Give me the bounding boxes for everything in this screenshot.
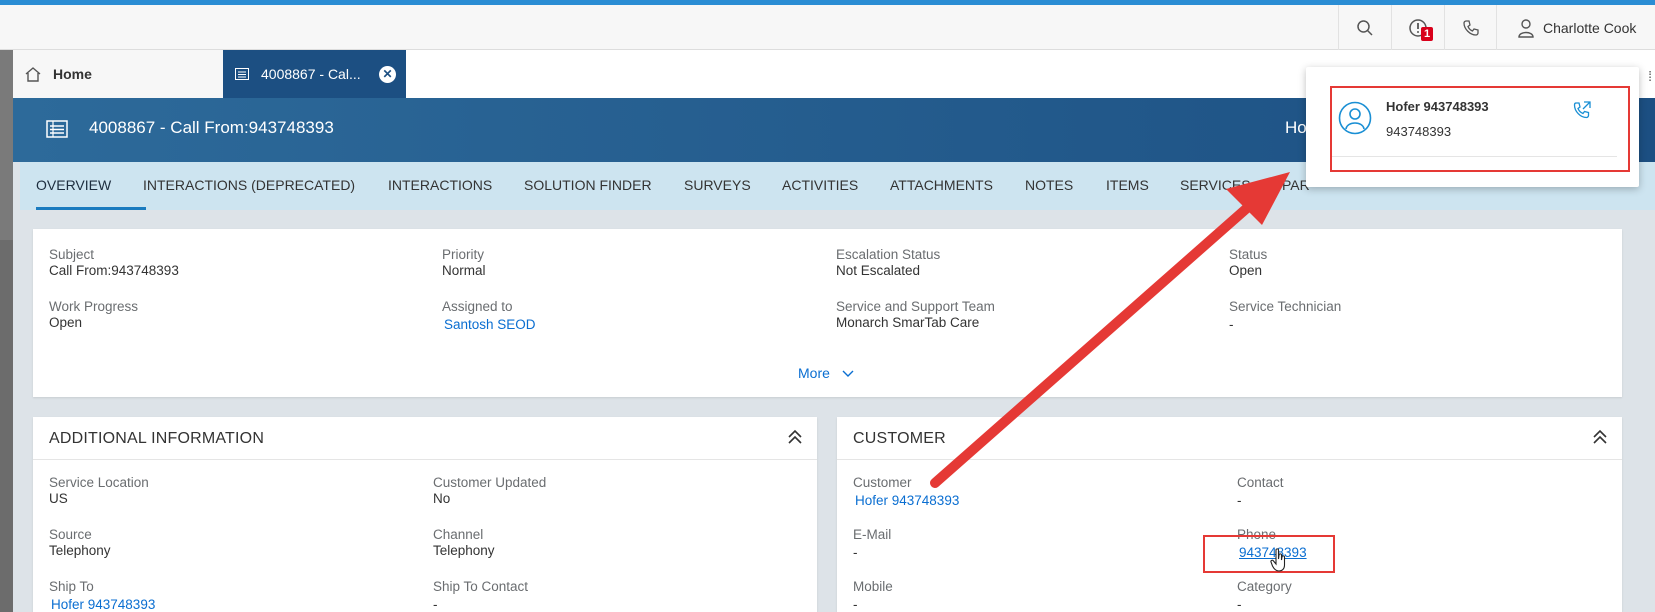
search-button[interactable] [1338, 5, 1391, 50]
additional-info-card: ADDITIONAL INFORMATION Service Location … [33, 417, 817, 612]
ship-to-field: Ship To Hofer 943748393 [49, 579, 156, 612]
tab-attachments[interactable]: ATTACHMENTS [890, 162, 993, 210]
ship-to-contact-field: Ship To Contact - [433, 579, 529, 612]
phone-button[interactable] [1444, 5, 1496, 50]
assigned-to-field: Assigned to Santosh SEOD [442, 299, 536, 333]
notifications-button[interactable]: 1 [1391, 5, 1444, 50]
collapse-icon[interactable] [1592, 429, 1608, 445]
ticket-icon [235, 68, 249, 80]
subject-field: Subject Call From:943748393 [49, 247, 179, 278]
tab-home[interactable]: Home [13, 50, 223, 98]
tab-overview[interactable]: OVERVIEW [36, 162, 146, 210]
status-field: Status Open [1229, 247, 1268, 278]
tab-services[interactable]: SERVICES [1180, 162, 1251, 210]
tab-interactions-deprecated[interactable]: INTERACTIONS (DEPRECATED) [143, 162, 355, 210]
service-technician-field: Service Technician - [1229, 299, 1342, 332]
priority-field: Priority Normal [442, 247, 486, 278]
user-name: Charlotte Cook [1543, 19, 1637, 36]
collapse-icon[interactable] [787, 429, 803, 445]
user-menu[interactable]: Charlotte Cook [1496, 5, 1655, 50]
user-icon [1518, 18, 1534, 38]
tab-ticket[interactable]: 4008867 - Cal... ✕ [223, 50, 406, 98]
tab-activities[interactable]: ACTIVITIES [782, 162, 858, 210]
assigned-to-link[interactable]: Santosh SEOD [444, 317, 536, 333]
ship-to-link[interactable]: Hofer 943748393 [51, 597, 155, 612]
chevron-down-icon [842, 370, 854, 377]
left-sidebar-strip [0, 50, 13, 612]
annotation-box-phone [1203, 535, 1335, 573]
tab-surveys[interactable]: SURVEYS [684, 162, 751, 210]
mobile-field: Mobile - [853, 579, 893, 612]
tab-home-label: Home [53, 66, 92, 82]
tab-overflow-icon[interactable]: ⁞ [1648, 68, 1652, 84]
ticket-icon [46, 120, 68, 138]
tab-ticket-label: 4008867 - Cal... [261, 66, 361, 82]
source-field: Source Telephony [49, 527, 111, 558]
more-label: More [798, 365, 830, 381]
channel-field: Channel Telephony [433, 527, 495, 558]
tab-notes[interactable]: NOTES [1025, 162, 1073, 210]
shell-bar: 1 Charlotte Cook [0, 5, 1655, 50]
tab-solution-finder[interactable]: SOLUTION FINDER [524, 162, 652, 210]
search-icon [1357, 19, 1373, 36]
page-title: 4008867 - Call From:943748393 [89, 118, 334, 137]
tab-interactions[interactable]: INTERACTIONS [388, 162, 492, 210]
more-button[interactable]: More [798, 365, 854, 381]
tab-items[interactable]: ITEMS [1106, 162, 1149, 210]
email-field: E-Mail - [853, 527, 892, 560]
close-tab-icon[interactable]: ✕ [379, 66, 396, 83]
work-progress-field: Work Progress Open [49, 299, 139, 330]
customer-card: CUSTOMER Customer Hofer 943748393 Contac… [837, 417, 1622, 612]
additional-info-title: ADDITIONAL INFORMATION [49, 430, 265, 447]
escalation-field: Escalation Status Not Escalated [836, 247, 941, 278]
notification-badge: 1 [1421, 27, 1434, 41]
overview-card: Subject Call From:943748393 Priority Nor… [33, 229, 1622, 397]
home-icon [25, 66, 41, 82]
customer-updated-field: Customer Updated No [433, 475, 547, 506]
hand-cursor-icon [1270, 548, 1286, 572]
contact-field: Contact - [1237, 475, 1284, 508]
customer-field: Customer Hofer 943748393 [853, 475, 960, 509]
support-team-field: Service and Support Team Monarch SmarTab… [836, 299, 995, 330]
phone-icon [1462, 19, 1479, 36]
customer-link[interactable]: Hofer 943748393 [855, 493, 959, 509]
customer-title: CUSTOMER [853, 430, 946, 447]
service-location-field: Service Location US [49, 475, 149, 506]
category-field: Category - [1237, 579, 1292, 612]
annotation-box-popover [1330, 86, 1630, 172]
header-right-text: Ho [1285, 118, 1307, 137]
